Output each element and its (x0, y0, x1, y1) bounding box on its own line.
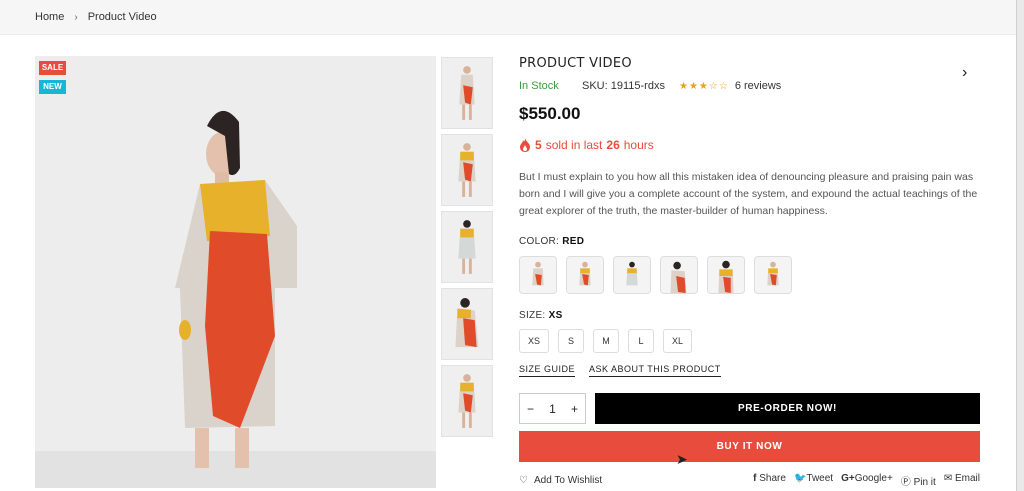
rating-stars-icon: ★★★☆☆ (679, 80, 729, 92)
facebook-icon: f (753, 473, 757, 484)
size-option-l[interactable]: L (628, 329, 655, 353)
mouse-cursor-icon: ➤ (676, 451, 688, 467)
google-icon: G+ (841, 473, 855, 484)
new-badge: NEW (39, 80, 66, 94)
sold-hours: 26 (606, 138, 620, 152)
email-icon: ✉ (943, 473, 953, 484)
breadcrumb: Home › Product Video (35, 11, 157, 23)
color-swatch[interactable] (707, 256, 745, 294)
ask-about-product-link[interactable]: ASK ABOUT THIS PRODUCT (589, 364, 721, 377)
size-label-text: SIZE: (519, 310, 546, 321)
window-edge (1016, 0, 1024, 491)
sku-label: SKU: 19115-rdxs (582, 80, 665, 92)
heart-icon: ♡ (519, 475, 528, 486)
product-price: $550.00 (519, 104, 581, 123)
share-links: f Share 🐦Tweet G+Google+ Ⓟ Pin it ✉ Emai… (753, 473, 980, 488)
sold-counter: 5 sold in last 26 hours (519, 138, 980, 152)
product-links: SIZE GUIDE ASK ABOUT THIS PRODUCT (519, 364, 980, 377)
share-facebook-label: Share (759, 473, 786, 484)
share-email-label: Email (954, 473, 980, 484)
thumbnail[interactable] (441, 288, 493, 360)
size-guide-link[interactable]: SIZE GUIDE (519, 364, 576, 377)
purchase-row: − 1 + PRE-ORDER NOW! (519, 393, 980, 424)
quantity-decrease-button[interactable]: − (527, 402, 534, 416)
share-twitter-label: Tweet (806, 473, 834, 484)
color-swatch[interactable] (566, 256, 604, 294)
thumbnail[interactable] (441, 134, 493, 206)
share-google-link[interactable]: G+Google+ (841, 473, 893, 488)
share-twitter-link[interactable]: 🐦Tweet (794, 473, 833, 488)
breadcrumb-separator: › (74, 11, 78, 23)
share-pinterest-link[interactable]: Ⓟ Pin it (901, 473, 936, 488)
product-main-image[interactable] (35, 56, 436, 488)
thumbnail[interactable] (441, 57, 493, 129)
size-option-m[interactable]: M (593, 329, 620, 353)
size-option-xl[interactable]: XL (663, 329, 693, 353)
thumbnail[interactable] (441, 211, 493, 283)
color-swatch[interactable] (613, 256, 651, 294)
quantity-increase-button[interactable]: + (571, 402, 578, 416)
color-swatches (519, 256, 980, 294)
size-option-xs[interactable]: XS (519, 329, 550, 353)
color-label: COLOR: RED (519, 236, 980, 247)
breadcrumb-bar: Home › Product Video (0, 0, 1016, 35)
size-label: SIZE: XS (519, 310, 980, 321)
color-swatch[interactable] (754, 256, 792, 294)
pinterest-icon: Ⓟ (900, 477, 911, 488)
buy-it-now-button[interactable]: BUY IT NOW (519, 431, 980, 462)
sold-count: 5 (535, 138, 542, 152)
color-swatch[interactable] (519, 256, 557, 294)
size-value: XS (548, 310, 563, 321)
wishlist-share-row: ♡ Add To Wishlist f Share 🐦Tweet G+Googl… (519, 473, 980, 488)
quantity-value[interactable]: 1 (549, 402, 556, 416)
size-option-s[interactable]: S (558, 329, 585, 353)
breadcrumb-home[interactable]: Home (35, 11, 64, 23)
product-info: PRODUCT VIDEO In Stock SKU: 19115-rdxs ★… (519, 56, 980, 488)
share-pinterest-label: Pin it (913, 477, 936, 488)
sold-text: sold in last (545, 138, 603, 152)
quantity-stepper: − 1 + (519, 393, 586, 424)
share-google-label: Google+ (854, 473, 893, 484)
share-email-link[interactable]: ✉ Email (944, 473, 980, 488)
thumbnail-strip (441, 57, 493, 442)
share-facebook-link[interactable]: f Share (753, 473, 786, 488)
breadcrumb-current: Product Video (87, 11, 157, 23)
thumbnail[interactable] (441, 365, 493, 437)
fire-icon (520, 138, 530, 152)
size-options: XS S M L XL (519, 329, 980, 353)
twitter-icon: 🐦 (793, 473, 807, 484)
sale-badge: SALE (39, 61, 66, 75)
preorder-button[interactable]: PRE-ORDER NOW! (595, 393, 980, 424)
model-photo (35, 56, 436, 488)
product-description: But I must explain to you how all this m… (519, 171, 978, 217)
color-label-text: COLOR: (519, 236, 560, 247)
product-meta: In Stock SKU: 19115-rdxs ★★★☆☆ 6 reviews (519, 80, 980, 92)
stock-status: In Stock (519, 80, 559, 92)
wishlist-label: Add To Wishlist (533, 475, 603, 486)
color-value: RED (562, 236, 585, 247)
add-to-wishlist-link[interactable]: ♡ Add To Wishlist (519, 473, 602, 488)
product-title: PRODUCT VIDEO (519, 56, 632, 71)
sold-unit: hours (623, 138, 654, 152)
reviews-link[interactable]: 6 reviews (735, 80, 781, 92)
color-swatch[interactable] (660, 256, 698, 294)
